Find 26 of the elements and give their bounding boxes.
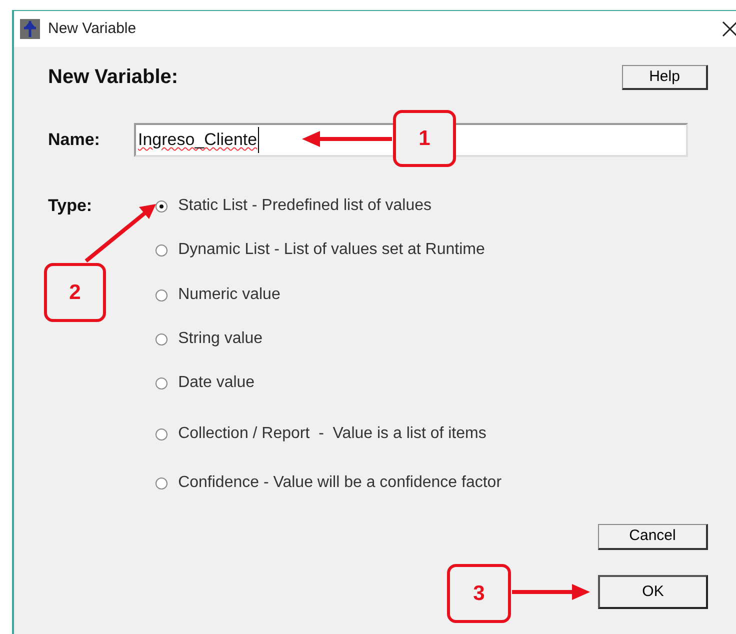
- radio-button[interactable]: [155, 244, 168, 256]
- help-button[interactable]: Help: [622, 64, 708, 90]
- type-label: Type:: [48, 195, 92, 217]
- radio-label[interactable]: Collection / Report - Value is a list of items: [178, 422, 486, 446]
- callout-box: 3: [447, 564, 511, 623]
- callout-box: 1: [393, 110, 456, 167]
- close-icon[interactable]: [722, 21, 736, 37]
- radio-button[interactable]: [155, 332, 168, 346]
- radio-button[interactable]: [155, 200, 168, 212]
- callout-box: 2: [44, 263, 106, 322]
- radio-label[interactable]: Date value: [178, 371, 255, 395]
- ok-button[interactable]: OK: [598, 575, 708, 609]
- cancel-button[interactable]: Cancel: [598, 524, 708, 550]
- radio-label[interactable]: Static List - Predefined list of values: [178, 194, 432, 218]
- radio-button[interactable]: [155, 376, 168, 390]
- name-label: Name:: [48, 129, 101, 152]
- dialog-heading: New Variable:: [48, 65, 178, 90]
- radio-button[interactable]: [155, 288, 168, 302]
- window-title: New Variable: [48, 18, 136, 39]
- radio-label[interactable]: Confidence - Value will be a confidence factor: [178, 471, 502, 495]
- radio-label[interactable]: Dynamic List - List of values set at Runtime: [178, 238, 485, 262]
- radio-button[interactable]: [155, 428, 168, 440]
- radio-button[interactable]: [155, 476, 168, 490]
- radio-label[interactable]: String value: [178, 327, 263, 351]
- app-icon: [20, 19, 40, 39]
- radio-label[interactable]: Numeric value: [178, 283, 280, 307]
